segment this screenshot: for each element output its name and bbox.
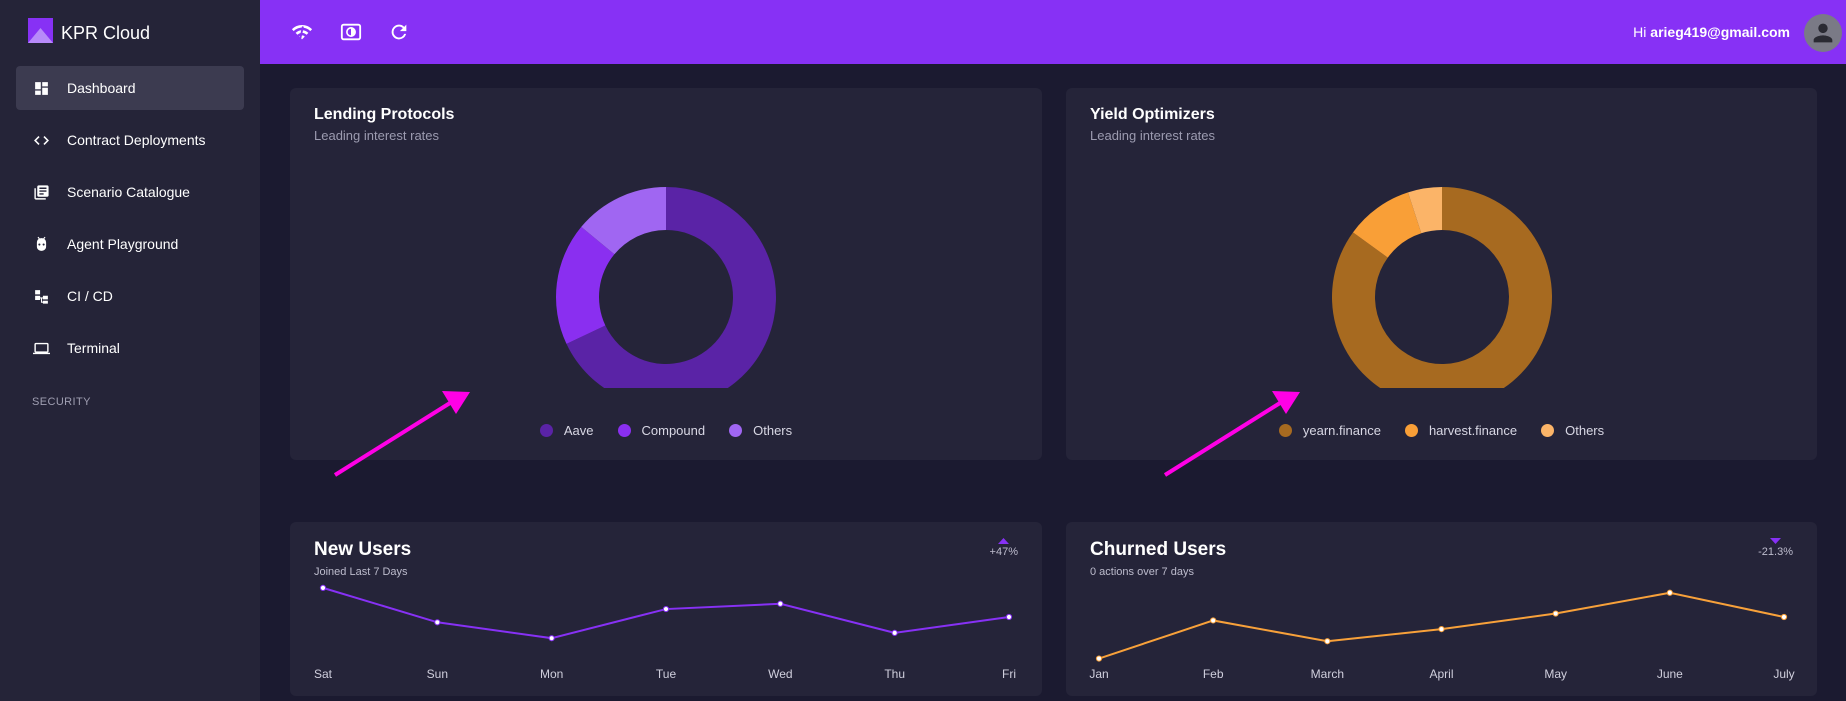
x-tick-label: Tue [655, 667, 677, 681]
dashboard-icon [32, 79, 50, 97]
data-point[interactable] [319, 584, 327, 591]
refresh-icon[interactable] [387, 20, 411, 44]
sidebar-item-terminal[interactable]: Terminal [16, 326, 244, 370]
sidebar-item-ci-cd[interactable]: CI / CD [16, 274, 244, 318]
legend-swatch [1541, 424, 1555, 437]
x-tick-label: Fri [1002, 667, 1016, 681]
sidebar-item-label: Dashboard [67, 80, 136, 96]
sidebar-item-dashboard[interactable]: Dashboard [16, 66, 244, 110]
brand[interactable]: KPR Cloud [28, 18, 151, 48]
sidebar-nav: Dashboard Contract Deployments Scenario … [16, 66, 244, 378]
x-tick-label: Mon [539, 667, 564, 681]
x-tick-label: May [1544, 667, 1567, 681]
user-greeting: Hi arieg419@gmail.com [1633, 24, 1790, 40]
sidebar-item-scenario-catalogue[interactable]: Scenario Catalogue [16, 170, 244, 214]
sidebar: KPR Cloud Dashboard Contract Deployments… [0, 0, 260, 701]
sidebar-item-label: Agent Playground [67, 236, 179, 252]
legend-swatch [729, 424, 743, 437]
data-point[interactable] [777, 600, 784, 607]
greeting-text: Hi [1633, 24, 1647, 40]
annotation-arrow [1163, 391, 1300, 477]
brightness-icon[interactable] [339, 20, 363, 44]
x-tick-label: April [1429, 667, 1454, 681]
sidebar-item-label: Contract Deployments [67, 132, 206, 148]
legend-item[interactable]: harvest.finance [1404, 423, 1518, 438]
data-point[interactable] [1210, 617, 1217, 624]
x-tick-label: Feb [1202, 667, 1224, 681]
topbar: Hi arieg419@gmail.com [260, 0, 1846, 64]
x-tick-label: June [1656, 667, 1683, 681]
x-tick-label: Sat [313, 667, 333, 681]
legend-label: Others [1565, 423, 1605, 438]
library-books-icon [32, 183, 50, 201]
workflow-icon [32, 287, 50, 305]
new-users-card: New Users Joined Last 7 Days +47% Sat Sun… [290, 522, 1042, 696]
legend-label: Others [753, 423, 793, 438]
x-tick-label: Sun [426, 667, 449, 681]
legend-item[interactable]: Aave [539, 423, 594, 438]
sidebar-item-label: CI / CD [67, 288, 113, 304]
x-tick-label: Wed [768, 667, 793, 681]
data-point[interactable] [1324, 638, 1331, 645]
x-tick-label: March [1310, 667, 1344, 681]
data-point[interactable] [1780, 613, 1788, 621]
legend-swatch [1404, 424, 1418, 437]
legend-item[interactable]: Others [729, 423, 792, 438]
sidebar-item-label: Terminal [67, 340, 120, 356]
data-point[interactable] [1552, 610, 1559, 617]
avatar[interactable] [1804, 14, 1842, 52]
legend-item[interactable]: Compound [617, 423, 706, 438]
x-tick-label: July [1773, 667, 1795, 681]
annotation-arrow [333, 391, 470, 477]
legend-label: harvest.finance [1428, 423, 1518, 438]
lending-donut-chart [556, 187, 776, 388]
user-email: arieg419@gmail.com [1650, 24, 1790, 40]
x-axis-labels: Sat Sun Mon Tue Wed Thu Fri [290, 667, 1042, 681]
data-point[interactable] [548, 635, 555, 642]
legend-label: Compound [641, 423, 706, 438]
data-point[interactable] [662, 605, 670, 613]
legend-item[interactable]: Others [1541, 423, 1604, 438]
data-point[interactable] [891, 629, 898, 636]
code-icon [32, 131, 50, 149]
person-icon [1813, 23, 1833, 43]
sidebar-section-security: SECURITY [32, 396, 91, 408]
legend-label: Aave [563, 423, 594, 438]
robot-icon [32, 235, 50, 253]
laptop-icon [32, 339, 50, 357]
x-axis-labels: Jan Feb March April May June July [1066, 667, 1817, 681]
app-name: KPR Cloud [61, 22, 151, 43]
yield-donut-chart [1332, 187, 1553, 388]
x-tick-label: Jan [1089, 667, 1109, 681]
sidebar-item-agent-playground[interactable]: Agent Playground [16, 222, 244, 266]
data-point[interactable] [1438, 626, 1445, 633]
data-point[interactable] [1666, 589, 1673, 596]
sidebar-item-label: Scenario Catalogue [67, 184, 190, 200]
data-point[interactable] [434, 619, 441, 626]
x-tick-label: Thu [884, 667, 905, 681]
legend-label: yearn.finance [1302, 423, 1381, 438]
data-point[interactable] [1005, 613, 1013, 621]
legend-swatch [539, 424, 553, 437]
series-line [1098, 591, 1785, 660]
wifi-signal-icon[interactable] [290, 20, 314, 44]
series-line [322, 586, 1010, 640]
legend-swatch [617, 424, 631, 437]
sidebar-item-contract-deployments[interactable]: Contract Deployments [16, 118, 244, 162]
churned-users-card: Churned Users 0 actions over 7 days -21.… [1066, 522, 1817, 696]
data-point[interactable] [1095, 655, 1103, 662]
kpr-logo-icon [28, 18, 53, 48]
